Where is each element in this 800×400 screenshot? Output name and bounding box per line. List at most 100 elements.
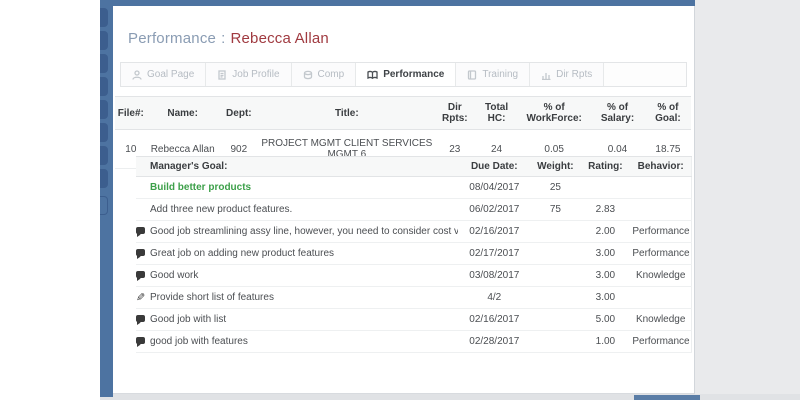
goal-behavior: Performance — [630, 221, 691, 243]
goal-rating: 2.83 — [580, 199, 630, 221]
col-file-number: File#: — [115, 97, 147, 130]
managers-goals-table: Manager's Goal: Due Date: Weight: Rating… — [136, 156, 692, 353]
col-title: Title: — [259, 97, 435, 130]
tab-label: Goal Page — [147, 69, 194, 80]
goal-row[interactable]: good job with features02/28/2017 1.00Perf… — [136, 331, 692, 353]
pencil-icon[interactable]: ✎ — [136, 293, 148, 303]
goal-rating: 2.00 — [580, 221, 630, 243]
tab-dir-rpts[interactable]: Dir Rpts — [530, 63, 604, 86]
tab-label: Comp — [318, 69, 345, 80]
goal-text: Add three new product features. — [136, 199, 458, 221]
col-weight: Weight: — [530, 157, 580, 177]
goal-text: Build better products — [136, 177, 458, 199]
goal-behavior: Knowledge — [630, 309, 691, 331]
goal-row[interactable]: Build better products08/04/201725 — [136, 177, 692, 199]
goal-rating — [580, 177, 630, 199]
col-managers-goal: Manager's Goal: — [136, 157, 458, 177]
goal-rating: 5.00 — [580, 309, 630, 331]
book-icon — [467, 70, 477, 80]
sidebar-notch — [100, 146, 108, 165]
money-icon — [303, 70, 313, 80]
col-pct-salary: % of Salary: — [590, 97, 645, 130]
sidebar-notch — [100, 196, 108, 215]
goal-row[interactable]: ✎Provide short list of features4/2 3.00 — [136, 287, 692, 309]
sidebar-notch — [100, 123, 108, 142]
open-book-icon — [367, 70, 378, 80]
col-due-date: Due Date: — [458, 157, 530, 177]
goal-rating: 3.00 — [580, 287, 630, 309]
tab-label: Performance — [383, 69, 444, 80]
col-pct-workforce: % of WorkForce: — [518, 97, 590, 130]
goal-rating: 1.00 — [580, 331, 630, 353]
goal-behavior — [630, 177, 691, 199]
goal-weight — [530, 243, 580, 265]
performance-panel: Performance: Rebecca Allan Goal Page Job P… — [113, 6, 695, 394]
goal-row[interactable]: Add three new product features.06/02/201… — [136, 199, 692, 221]
tab-label: Dir Rpts — [556, 69, 592, 80]
goal-due-date: 03/08/2017 — [458, 265, 530, 287]
page-title-employee-name: Rebecca Allan — [230, 30, 329, 47]
col-behavior: Behavior: — [630, 157, 691, 177]
goal-weight — [530, 309, 580, 331]
goal-due-date: 02/16/2017 — [458, 309, 530, 331]
page-title-separator: : — [221, 30, 225, 47]
goal-due-date: 02/28/2017 — [458, 331, 530, 353]
goal-text: Good job streamlining assy line, however… — [136, 221, 458, 243]
goal-row[interactable]: Great job on adding new product features… — [136, 243, 692, 265]
collapsed-sidebar[interactable] — [100, 0, 113, 397]
bottom-blue-bar — [634, 395, 700, 400]
page-title-section: Performance — [128, 30, 216, 47]
goal-text: Great job on adding new product features — [136, 243, 458, 265]
col-name: Name: — [147, 97, 219, 130]
goal-behavior: Knowledge — [630, 265, 691, 287]
goal-weight — [530, 265, 580, 287]
tab-job-profile[interactable]: Job Profile — [206, 63, 291, 86]
comment-icon[interactable] — [136, 337, 148, 347]
goal-rating: 3.00 — [580, 265, 630, 287]
col-dir-rpts: Dir Rpts: — [435, 97, 475, 130]
goal-behavior: Performance — [630, 243, 691, 265]
goal-due-date: 06/02/2017 — [458, 199, 530, 221]
goal-text: good job with features — [136, 331, 458, 353]
employee-table-header-row: File#: Name: Dept: Title: Dir Rpts: Tota… — [115, 97, 691, 130]
goal-due-date: 4/2 — [458, 287, 530, 309]
tab-label: Job Profile — [232, 69, 279, 80]
sidebar-notch — [100, 77, 108, 96]
comment-icon[interactable] — [136, 227, 148, 237]
tab-performance[interactable]: Performance — [356, 63, 456, 86]
goal-row[interactable]: Good job streamlining assy line, however… — [136, 221, 692, 243]
col-pct-goal: % of Goal: — [645, 97, 691, 130]
goal-due-date: 02/17/2017 — [458, 243, 530, 265]
comment-icon[interactable] — [136, 315, 148, 325]
goal-row[interactable]: Good work03/08/2017 3.00Knowledge — [136, 265, 692, 287]
col-rating: Rating: — [580, 157, 630, 177]
goal-behavior — [630, 199, 691, 221]
goal-row[interactable]: Good job with list02/16/2017 5.00Knowledg… — [136, 309, 692, 331]
sidebar-notch — [100, 31, 108, 50]
user-icon — [132, 70, 142, 80]
screen: Performance: Rebecca Allan Goal Page Job P… — [0, 0, 800, 400]
goal-weight — [530, 331, 580, 353]
page-title: Performance: Rebecca Allan — [128, 30, 329, 47]
goal-weight — [530, 221, 580, 243]
tab-comp[interactable]: Comp — [292, 63, 357, 86]
sidebar-notch — [100, 8, 108, 27]
goal-text: Good job with list — [136, 309, 458, 331]
goals-table-header-row: Manager's Goal: Due Date: Weight: Rating… — [136, 157, 692, 177]
col-dept: Dept: — [219, 97, 259, 130]
comment-icon[interactable] — [136, 249, 148, 259]
tab-goal-page[interactable]: Goal Page — [121, 63, 206, 86]
goal-due-date: 02/16/2017 — [458, 221, 530, 243]
goal-rating: 3.00 — [580, 243, 630, 265]
sidebar-notch — [100, 54, 108, 73]
goal-text: Good work — [136, 265, 458, 287]
goal-behavior: Performance — [630, 331, 691, 353]
tab-label: Training — [482, 69, 518, 80]
comment-icon[interactable] — [136, 271, 148, 281]
col-total-hc: Total HC: — [475, 97, 518, 130]
tab-training[interactable]: Training — [456, 63, 530, 86]
bar-chart-icon — [541, 70, 551, 80]
desktop-background — [695, 0, 800, 400]
goal-weight: 25 — [530, 177, 580, 199]
goal-text: ✎Provide short list of features — [136, 287, 458, 309]
